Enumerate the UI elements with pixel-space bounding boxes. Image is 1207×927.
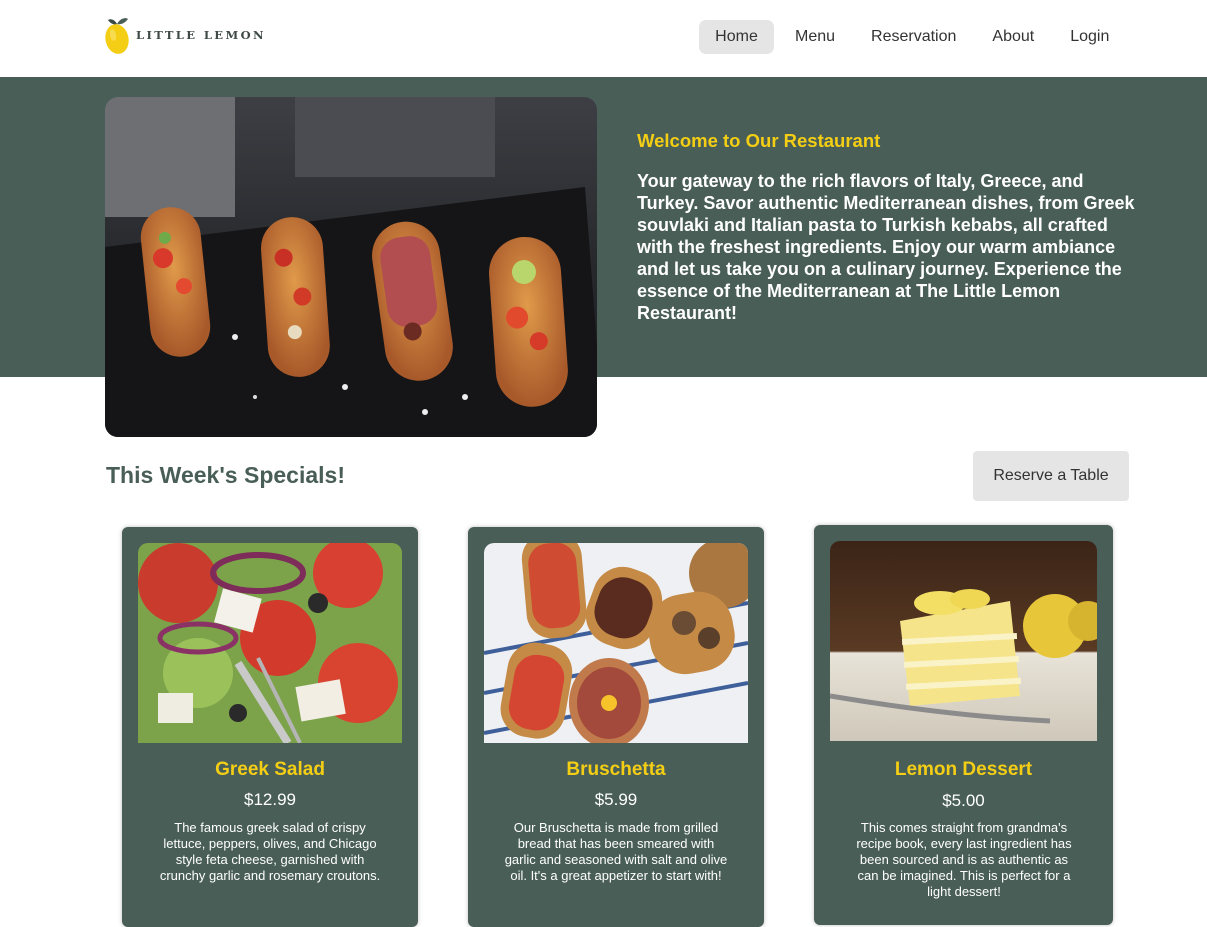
nav-login[interactable]: Login — [1052, 20, 1127, 54]
special-price: $12.99 — [244, 790, 296, 809]
special-card-greek-salad[interactable]: Greek Salad $12.99 The famous greek sala… — [122, 527, 418, 927]
nav-about[interactable]: About — [974, 20, 1052, 54]
special-name: Bruschetta — [566, 759, 666, 780]
specials-title: This Week's Specials! — [106, 462, 345, 488]
hero-heading: Welcome to Our Restaurant — [637, 130, 881, 151]
special-description: This comes straight from grandma's recip… — [856, 820, 1072, 899]
site-header: LITTLE LEMON Home Menu Reservation About… — [0, 0, 1207, 77]
hero-description: Your gateway to the rich flavors of Ital… — [637, 171, 1135, 323]
bruschetta-image — [484, 543, 748, 743]
special-card-lemon-dessert[interactable]: Lemon Dessert $5.00 This comes straight … — [814, 525, 1113, 925]
hero-image — [105, 97, 597, 437]
nav-reservation[interactable]: Reservation — [853, 20, 974, 54]
logo-text: LITTLE LEMON — [136, 28, 266, 42]
special-description: The famous greek salad of crispy lettuce… — [159, 820, 381, 883]
logo[interactable]: LITTLE LEMON — [104, 14, 266, 56]
special-name: Greek Salad — [215, 759, 325, 780]
special-description: Our Bruschetta is made from grilled brea… — [504, 820, 728, 883]
special-price: $5.99 — [594, 790, 638, 809]
lemon-dessert-image — [830, 541, 1097, 741]
special-price: $5.00 — [942, 791, 985, 810]
special-name: Lemon Dessert — [894, 759, 1033, 780]
reserve-table-button[interactable]: Reserve a Table — [973, 451, 1129, 501]
greek-salad-image — [138, 543, 402, 743]
nav-home[interactable]: Home — [699, 20, 774, 54]
special-card-bruschetta[interactable]: Bruschetta $5.99 Our Bruschetta is made … — [468, 527, 764, 927]
lemon-logo-icon — [105, 18, 129, 54]
main-nav: Home Menu Reservation About Login — [699, 20, 1127, 54]
nav-menu[interactable]: Menu — [777, 20, 853, 54]
